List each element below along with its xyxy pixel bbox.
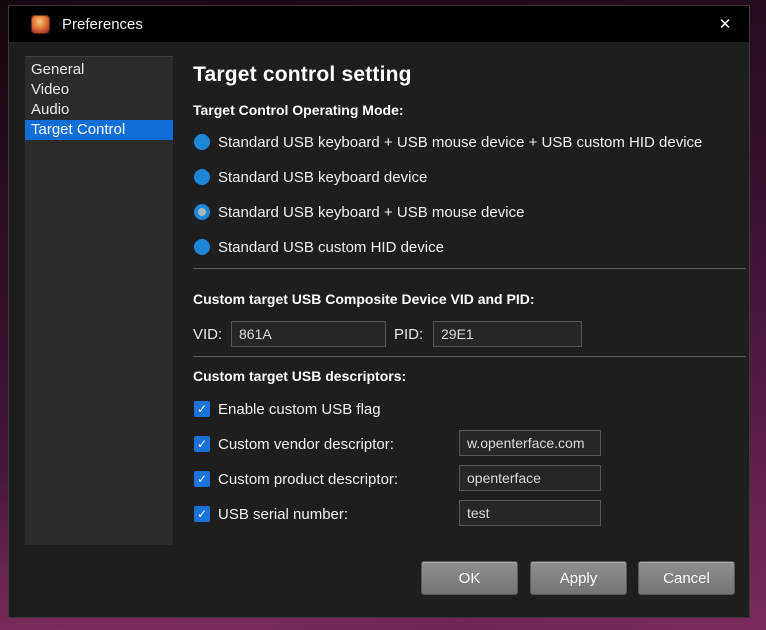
radio-option-label: Standard USB keyboard + USB mouse device…	[218, 134, 702, 151]
radio-icon[interactable]	[194, 169, 210, 185]
window-title: Preferences	[62, 16, 143, 33]
checkbox-label: Custom vendor descriptor:	[218, 436, 394, 453]
cancel-button[interactable]: Cancel	[638, 561, 735, 595]
vid-input[interactable]	[231, 321, 386, 347]
radio-icon[interactable]	[194, 134, 210, 150]
sidebar-item-target-control[interactable]: Target Control	[25, 120, 173, 140]
preferences-window: Preferences ✕ General Video Audio Target…	[8, 5, 750, 618]
checkbox-checked-icon[interactable]: ✓	[194, 401, 210, 417]
descriptors-section-label: Custom target USB descriptors:	[193, 368, 406, 384]
operating-mode-label: Target Control Operating Mode:	[193, 102, 404, 118]
radio-option-label: Standard USB keyboard device	[218, 169, 427, 186]
checkbox-label: Custom product descriptor:	[218, 471, 398, 488]
vendor-descriptor-input[interactable]	[459, 430, 601, 456]
close-icon[interactable]: ✕	[701, 6, 749, 42]
vid-pid-section-label: Custom target USB Composite Device VID a…	[193, 291, 535, 307]
checkbox-custom-product-descriptor[interactable]: ✓ Custom product descriptor:	[194, 470, 398, 488]
radio-icon[interactable]	[194, 239, 210, 255]
checkbox-checked-icon[interactable]: ✓	[194, 436, 210, 452]
sidebar-item-audio[interactable]: Audio	[25, 100, 173, 120]
separator	[193, 268, 746, 269]
titlebar: Preferences ✕	[9, 6, 749, 42]
pid-input[interactable]	[433, 321, 582, 347]
radio-option-label: Standard USB custom HID device	[218, 239, 444, 256]
ok-button[interactable]: OK	[421, 561, 518, 595]
checkbox-checked-icon[interactable]: ✓	[194, 471, 210, 487]
radio-option-keyboard-only[interactable]: Standard USB keyboard device	[194, 168, 427, 186]
pid-label: PID:	[394, 326, 423, 343]
radio-option-kb-mouse[interactable]: Standard USB keyboard + USB mouse device	[194, 203, 524, 221]
radio-selected-icon[interactable]	[194, 204, 210, 220]
sidebar-item-video[interactable]: Video	[25, 80, 173, 100]
page-title: Target control setting	[193, 63, 412, 87]
radio-option-custom-hid[interactable]: Standard USB custom HID device	[194, 238, 444, 256]
checkbox-label: Enable custom USB flag	[218, 401, 381, 418]
sidebar-item-general[interactable]: General	[25, 60, 173, 80]
checkbox-enable-custom-usb-flag[interactable]: ✓ Enable custom USB flag	[194, 400, 381, 418]
radio-option-label: Standard USB keyboard + USB mouse device	[218, 204, 524, 221]
sidebar: General Video Audio Target Control	[25, 56, 173, 545]
app-logo-icon	[31, 15, 50, 34]
apply-button[interactable]: Apply	[530, 561, 627, 595]
checkbox-checked-icon[interactable]: ✓	[194, 506, 210, 522]
vid-label: VID:	[193, 326, 222, 343]
radio-option-kb-mouse-hid[interactable]: Standard USB keyboard + USB mouse device…	[194, 133, 702, 151]
checkbox-label: USB serial number:	[218, 506, 348, 523]
checkbox-usb-serial-number[interactable]: ✓ USB serial number:	[194, 505, 348, 523]
checkbox-custom-vendor-descriptor[interactable]: ✓ Custom vendor descriptor:	[194, 435, 394, 453]
product-descriptor-input[interactable]	[459, 465, 601, 491]
serial-number-input[interactable]	[459, 500, 601, 526]
separator	[193, 356, 746, 357]
